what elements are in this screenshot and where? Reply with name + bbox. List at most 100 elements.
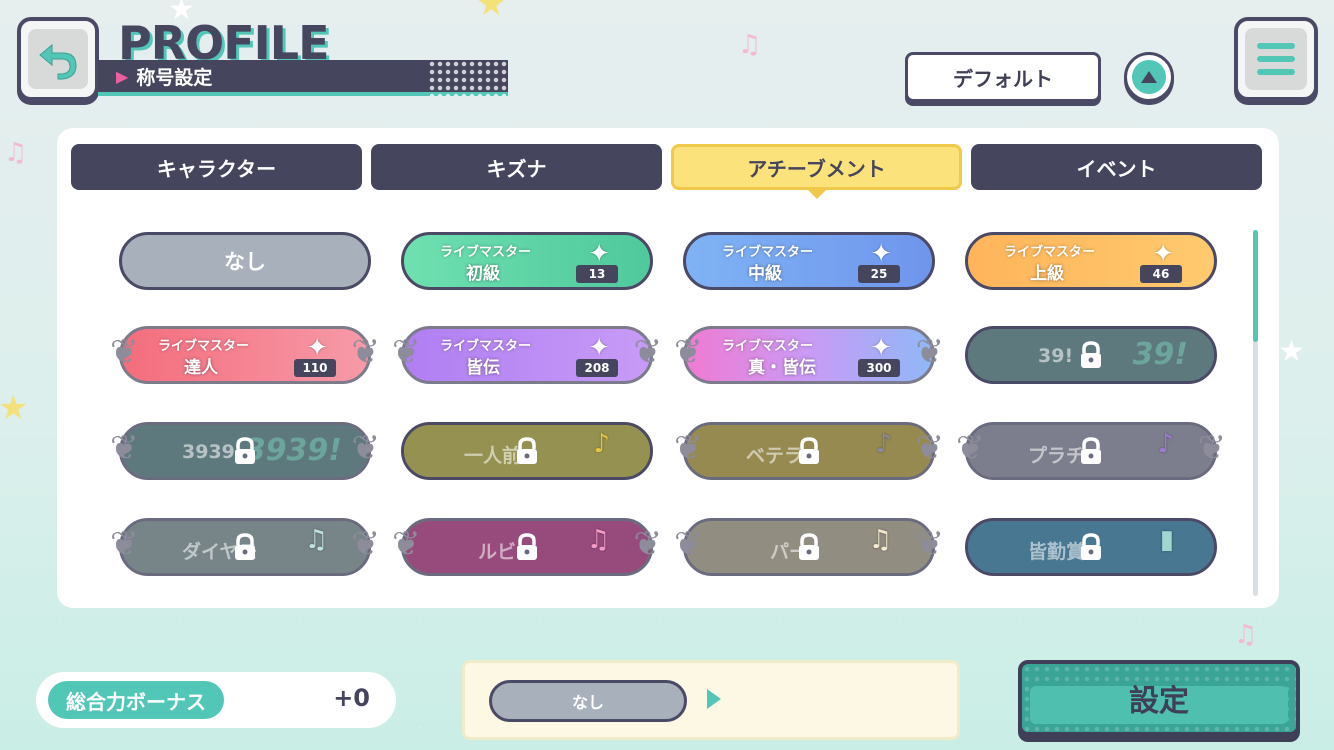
lock-icon [235,533,255,560]
menu-icon [1245,28,1307,90]
wreath-icon: ❦ [1197,428,1227,468]
wreath-icon: ❦ [351,524,381,564]
title-ruby-locked[interactable]: ❦ ❦ ルビ ♫ [392,518,662,576]
title-line1: ライブマスター [440,339,532,354]
door-icon: ▮ [1159,525,1174,555]
sort-up-icon [1132,60,1166,94]
play-arrow-icon: ▶ [116,66,129,86]
title-perfect-attendance-locked[interactable]: 皆勤賞 ▮ [965,518,1217,576]
bonus-label: 総合力ボーナス [48,681,224,719]
title-none-label: なし [224,250,266,274]
preview-title-plate: なし [489,680,687,722]
title-3939-locked[interactable]: ❦ ❦ 3939 3939! [110,422,380,480]
title-line2: 中級 [748,264,782,284]
subtitle-bar: ▶ 称号設定 [98,60,508,96]
title-number: 25 [858,265,900,283]
tab-kizuna[interactable]: キズナ [371,144,662,190]
music-note-trophy-icon: ♫ [304,525,328,555]
wreath-icon: ❦ [392,524,421,564]
title-ichininmae-locked[interactable]: 一人前 ♪ [401,422,653,480]
music-note-icon: ♫ [738,30,762,60]
total-bonus: 総合力ボーナス +0 [36,672,396,728]
title-line2: 達人 [184,358,218,378]
wreath-icon: ❦ [110,332,139,372]
lock-icon [799,533,819,560]
sort-order-button[interactable]: デフォルト [905,52,1101,102]
set-button-label: 設定 [1129,684,1189,719]
title-line2: 真・皆伝 [748,358,816,378]
title-live-master-expert[interactable]: ❦ ❦ ライブマスター 達人 ✦ 110 [110,326,380,384]
star-icon: ★ [1278,334,1305,369]
wreath-icon: ❦ [915,332,945,372]
title-panel: キャラクター キズナ アチーブメント イベント なし ライブマスター 初級 ✦ … [57,128,1279,608]
title-live-master-master[interactable]: ❦ ❦ ライブマスター 皆伝 ✦ 208 [392,326,662,384]
wreath-icon: ❦ [110,524,139,564]
title-platinum-locked[interactable]: ❦ ❦ プラチ ♪ [956,422,1226,480]
scrollbar-thumb[interactable] [1253,230,1258,342]
sort-direction-button[interactable] [1124,52,1174,102]
lock-icon [517,533,537,560]
title-line2: 上級 [1030,264,1064,284]
title-live-master-intermediate[interactable]: ライブマスター 中級 ✦ 25 [683,232,935,290]
music-note-trophy-icon: ♫ [586,525,610,555]
music-note-icon: ♫ [1234,620,1258,650]
tab-event[interactable]: イベント [971,144,1262,190]
wreath-icon: ❦ [633,332,663,372]
title-live-master-advanced[interactable]: ライブマスター 上級 ✦ 46 [965,232,1217,290]
wreath-icon: ❦ [674,524,703,564]
wreath-icon: ❦ [633,524,663,564]
scrollbar[interactable] [1253,230,1258,596]
tab-achievement[interactable]: アチーブメント [671,144,962,199]
category-tabs: キャラクター キズナ アチーブメント イベント [71,144,1262,199]
title-line1: ライブマスター [722,245,814,260]
title-number: 300 [858,359,900,377]
wreath-icon: ❦ [956,428,985,468]
title-number: 46 [1140,265,1182,283]
title-diamond-locked[interactable]: ❦ ❦ ダイヤモ ♫ [110,518,380,576]
wreath-icon: ❦ [392,332,421,372]
wreath-icon: ❦ [351,332,381,372]
page-subtitle: 称号設定 [136,66,213,89]
tab-character[interactable]: キャラクター [71,144,362,190]
title-veteran-locked[interactable]: ❦ ❦ ベテラ ♪ [674,422,944,480]
back-arrow-icon [28,29,88,89]
lock-icon [1081,533,1101,560]
wreath-icon: ❦ [915,428,945,468]
title-number: 208 [576,359,618,377]
bonus-value: +0 [333,684,370,712]
music-note-icon: ♫ [4,138,28,168]
title-text: 3939 [182,441,235,463]
title-text: 39! [1038,345,1074,367]
title-line1: ライブマスター [722,339,814,354]
title-number: 110 [294,359,336,377]
wreath-icon: ❦ [674,332,703,372]
set-button[interactable]: 設定 [1018,660,1300,736]
star-icon: ★ [476,0,507,24]
music-note-trophy-icon: ♪ [1157,429,1174,459]
title-number: 13 [576,265,618,283]
title-line1: ライブマスター [158,339,250,354]
wreath-icon: ❦ [351,428,381,468]
title-pearl-locked[interactable]: ❦ ❦ パー ♫ [674,518,944,576]
wreath-icon: ❦ [915,524,945,564]
music-note-trophy-icon: ♫ [868,525,892,555]
menu-button[interactable] [1234,17,1318,101]
play-arrow-icon [707,689,721,709]
title-preview: なし [462,660,960,740]
wreath-icon: ❦ [674,428,703,468]
lock-icon [235,437,255,464]
back-button[interactable] [17,17,99,101]
star-icon: ★ [0,388,29,428]
title-live-master-beginner[interactable]: ライブマスター 初級 ✦ 13 [401,232,653,290]
title-none[interactable]: なし [119,232,371,290]
music-note-trophy-icon: ♪ [875,429,892,459]
title-live-master-true-master[interactable]: ❦ ❦ ライブマスター 真・皆伝 ✦ 300 [674,326,944,384]
lock-icon [799,437,819,464]
title-line1: ライブマスター [440,245,532,260]
dot-decoration [428,60,508,96]
lock-icon [1081,341,1101,368]
title-39-locked[interactable]: 39! 39! [965,326,1217,384]
music-note-trophy-icon: ♪ [593,429,610,459]
title-big-text: 39! [1132,337,1188,372]
title-line2: 皆伝 [466,358,500,378]
